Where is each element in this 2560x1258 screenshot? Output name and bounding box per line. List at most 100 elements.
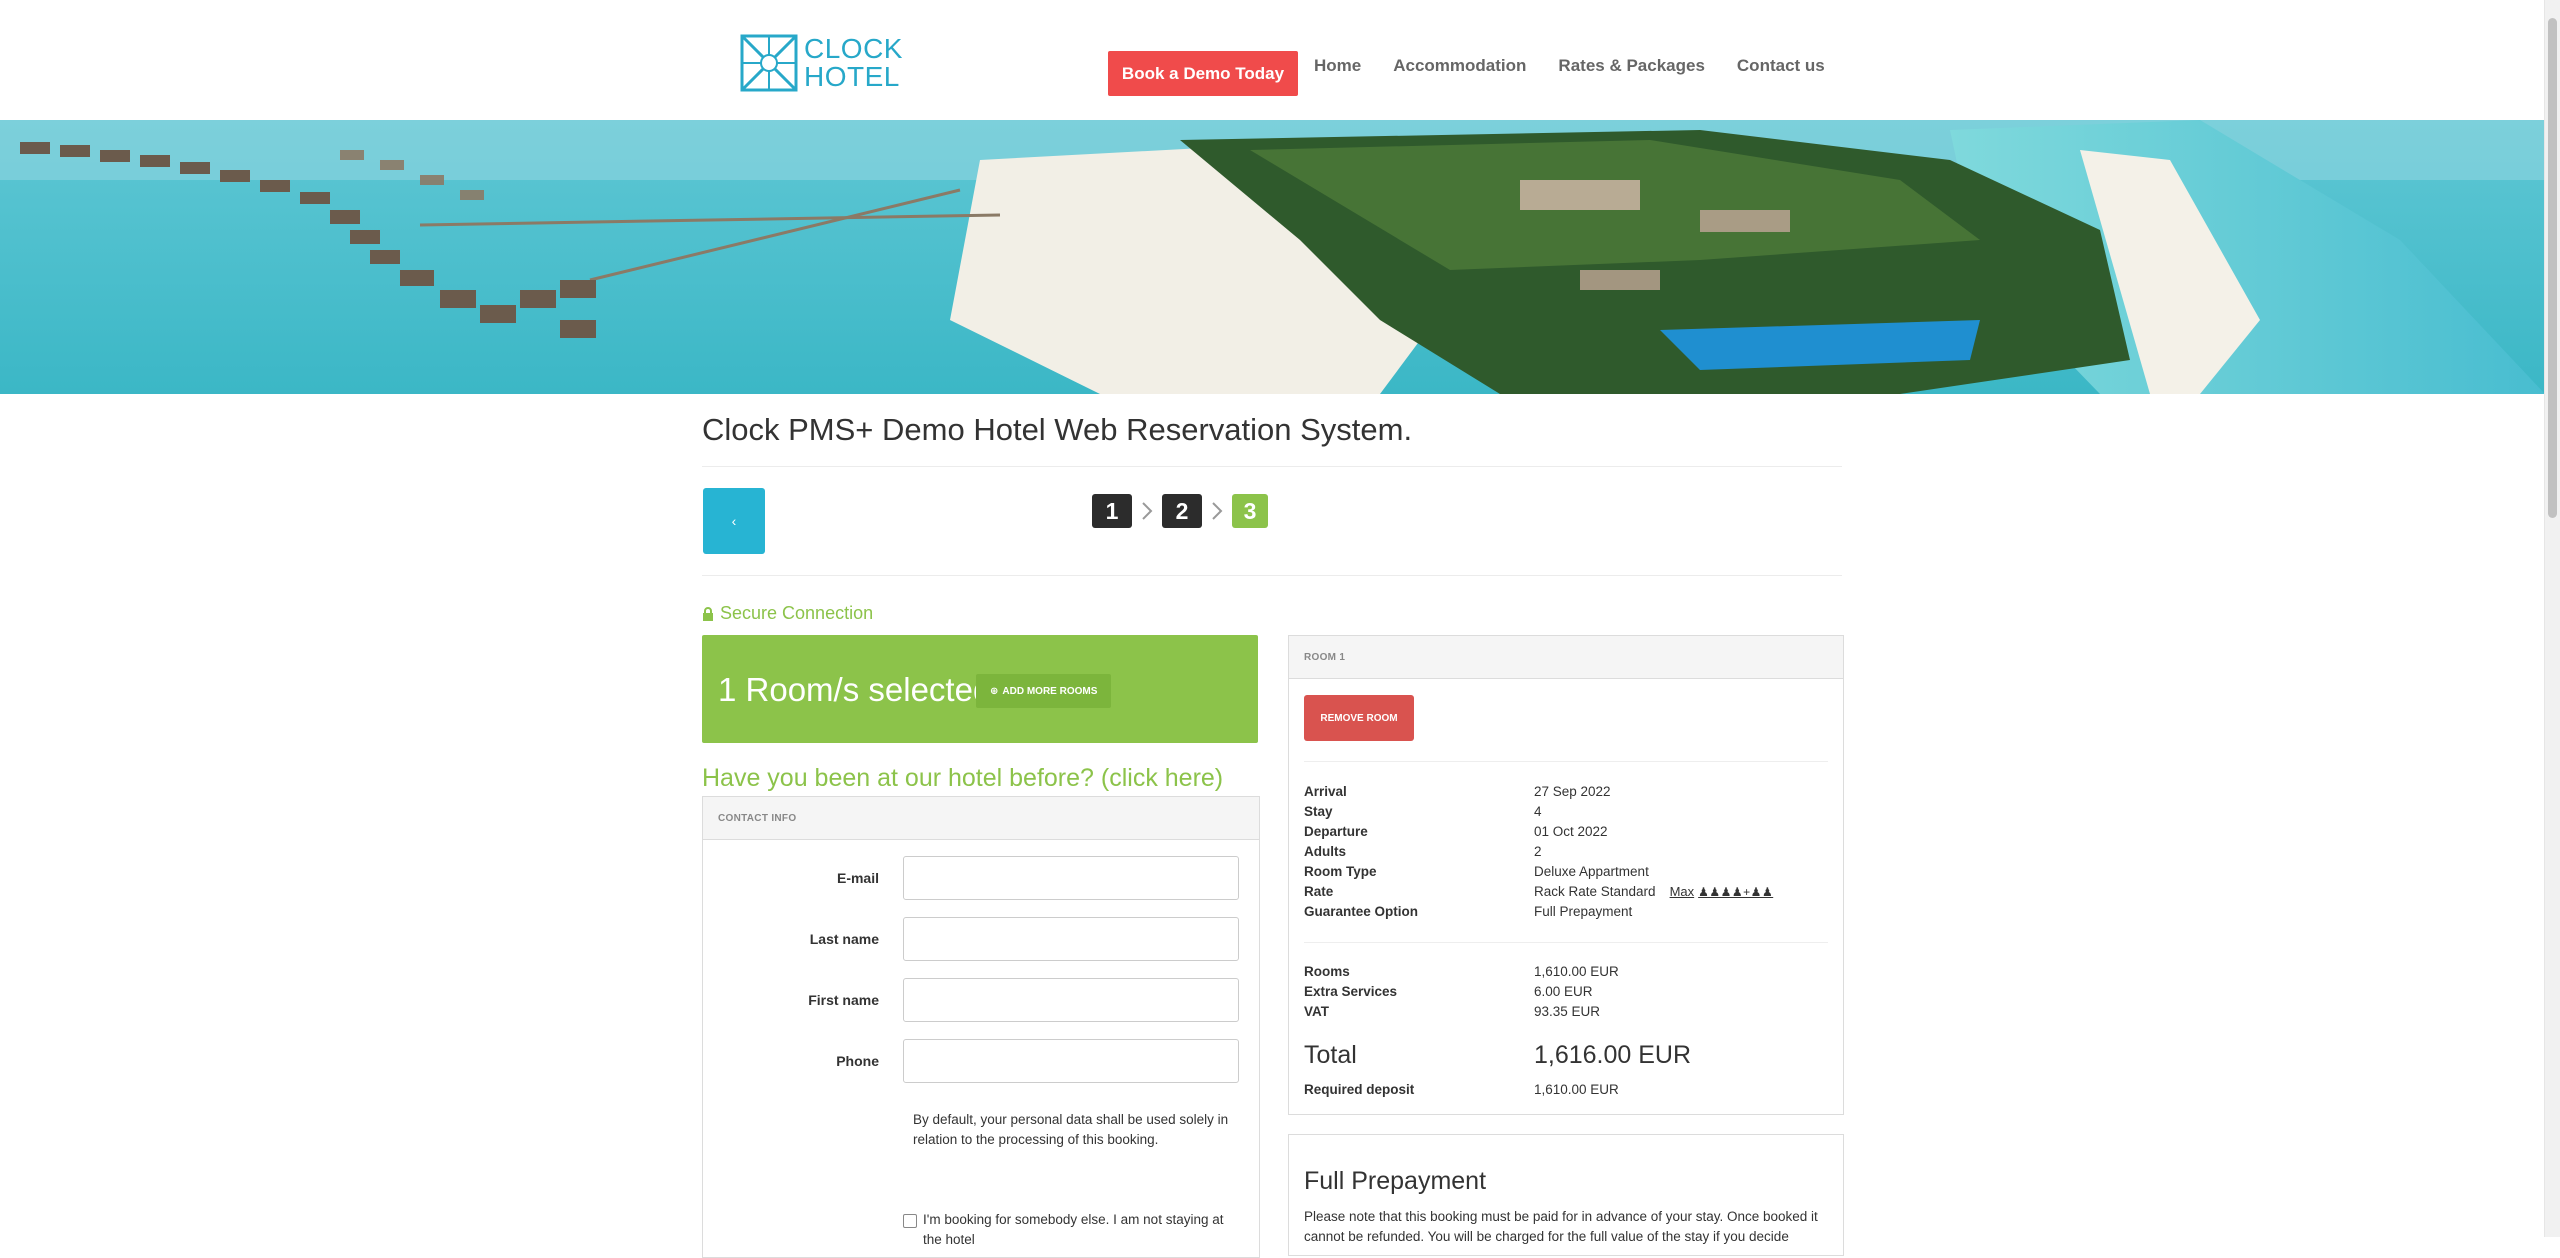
back-button[interactable]: ‹ xyxy=(703,488,765,554)
step-3[interactable]: 3 xyxy=(1232,494,1268,528)
detail-label: Stay xyxy=(1304,803,1333,819)
beach-resort-image xyxy=(0,120,2545,394)
detail-row: Rate Rack Rate Standard Max ♟♟♟♟+♟♟ xyxy=(1304,881,1834,901)
cost-row: Rooms 1,610.00 EUR xyxy=(1304,961,1834,981)
first-name-field[interactable] xyxy=(903,978,1239,1022)
nav-contact-us[interactable]: Contact us xyxy=(1737,56,1825,76)
total-row: Total 1,616.00 EUR xyxy=(1304,1041,1691,1070)
cost-label: Rooms xyxy=(1304,963,1350,979)
cost-value: 93.35 EUR xyxy=(1534,1003,1601,1019)
email-label: E-mail xyxy=(836,870,879,886)
deposit-row: Required deposit 1,610.00 EUR xyxy=(1304,1079,1619,1099)
steps-divider xyxy=(702,575,1842,576)
chevron-right-icon xyxy=(1132,501,1162,521)
first-name-label: First name xyxy=(808,992,879,1008)
phone-row: Phone xyxy=(703,1039,1259,1085)
cost-value: 6.00 EUR xyxy=(1534,983,1593,999)
hero-banner xyxy=(0,120,2545,394)
lock-icon xyxy=(703,606,713,621)
cost-breakdown: Rooms 1,610.00 EUR Extra Services 6.00 EUR… xyxy=(1304,961,1834,1021)
step-1[interactable]: 1 xyxy=(1092,494,1132,528)
step-2[interactable]: 2 xyxy=(1162,494,1202,528)
main-nav: Home Accommodation Rates & Packages Cont… xyxy=(1314,56,1857,76)
rooms-selected-box: 1 Room/s selected ⊕ ADD MORE ROOMS xyxy=(702,635,1258,743)
detail-value: 27 Sep 2022 xyxy=(1534,783,1611,799)
room-divider xyxy=(1304,942,1828,943)
hotel-logo[interactable]: CLOCK HOTEL xyxy=(740,32,903,94)
book-demo-button[interactable]: Book a Demo Today xyxy=(1108,51,1298,96)
detail-row: Stay 4 xyxy=(1304,801,1834,821)
page-title: Clock PMS+ Demo Hotel Web Reservation Sy… xyxy=(702,412,1413,447)
contact-info-panel: CONTACT INFO E-mail Last name First name… xyxy=(702,796,1260,1258)
page-scrollbar[interactable] xyxy=(2544,0,2560,1237)
add-more-rooms-button[interactable]: ⊕ ADD MORE ROOMS xyxy=(976,674,1112,708)
chevron-left-icon: ‹ xyxy=(731,513,737,529)
privacy-note: By default, your personal data shall be … xyxy=(913,1112,1229,1147)
detail-label: Adults xyxy=(1304,843,1346,859)
phone-field[interactable] xyxy=(903,1039,1239,1083)
rate-value-group: Rack Rate Standard Max ♟♟♟♟+♟♟ xyxy=(1534,884,1773,899)
detail-value: 4 xyxy=(1534,803,1542,819)
returning-guest-link[interactable]: Have you been at our hotel before? (clic… xyxy=(702,764,1223,793)
total-value: 1,616.00 EUR xyxy=(1534,1041,1692,1069)
total-label: Total xyxy=(1304,1041,1357,1069)
detail-row: Room Type Deluxe Appartment xyxy=(1304,861,1834,881)
nav-accommodation[interactable]: Accommodation xyxy=(1393,56,1526,76)
persons-icon: ♟♟♟♟+♟♟ xyxy=(1698,884,1774,899)
last-name-row: Last name xyxy=(703,917,1259,963)
remove-room-button[interactable]: REMOVE ROOM xyxy=(1304,695,1414,741)
booking-for-someone-else-checkbox[interactable] xyxy=(903,1214,917,1228)
detail-value: 01 Oct 2022 xyxy=(1534,823,1608,839)
first-name-row: First name xyxy=(703,978,1259,1024)
last-name-label: Last name xyxy=(809,931,879,947)
logo-line-2: HOTEL xyxy=(804,61,900,92)
prepayment-panel: Full Prepayment Please note that this bo… xyxy=(1288,1134,1844,1256)
plus-circle-icon: ⊕ xyxy=(990,685,999,697)
scrollbar-thumb[interactable] xyxy=(2548,18,2557,518)
nav-home[interactable]: Home xyxy=(1314,56,1361,76)
booking-for-someone-else: I'm booking for somebody else. I am not … xyxy=(903,1210,1243,1250)
phone-label: Phone xyxy=(836,1053,879,1069)
room-details: Arrival 27 Sep 2022 Stay 4 Departure 01 Oct… xyxy=(1304,781,1834,921)
cost-row: Extra Services 6.00 EUR xyxy=(1304,981,1834,1001)
detail-label: Guarantee Option xyxy=(1304,903,1419,919)
prepayment-text: Please note that this booking must be pa… xyxy=(1304,1209,1818,1244)
detail-row: Guarantee Option Full Prepayment xyxy=(1304,901,1834,921)
room-summary-panel: ROOM 1 REMOVE ROOM Arrival 27 Sep 2022 St… xyxy=(1288,635,1844,1115)
rate-max-link[interactable]: Max ♟♟♟♟+♟♟ xyxy=(1670,884,1774,899)
deposit-label: Required deposit xyxy=(1304,1081,1415,1097)
logo-icon xyxy=(740,34,798,92)
booking-steps: 1 2 3 xyxy=(1092,494,1268,528)
title-divider xyxy=(702,466,1842,467)
last-name-field[interactable] xyxy=(903,917,1239,961)
contact-info-header: CONTACT INFO xyxy=(703,797,1259,840)
add-more-rooms-label: ADD MORE ROOMS xyxy=(1002,685,1098,697)
room-header: ROOM 1 xyxy=(1289,636,1843,679)
detail-label: Room Type xyxy=(1304,863,1377,879)
booking-for-someone-else-label: I'm booking for somebody else. I am not … xyxy=(923,1212,1224,1247)
detail-row: Arrival 27 Sep 2022 xyxy=(1304,781,1834,801)
prepayment-title: Full Prepayment xyxy=(1304,1167,1487,1195)
detail-label: Departure xyxy=(1304,823,1368,839)
cost-label: Extra Services xyxy=(1304,983,1398,999)
chevron-right-icon xyxy=(1202,501,1232,521)
site-header: CLOCK HOTEL Book a Demo Today Home Accom… xyxy=(0,0,2545,120)
detail-label: Arrival xyxy=(1304,783,1347,799)
detail-value: Deluxe Appartment xyxy=(1534,863,1649,879)
logo-wordmark: CLOCK HOTEL xyxy=(804,35,903,91)
detail-label: Rate xyxy=(1304,883,1334,899)
cost-row: VAT 93.35 EUR xyxy=(1304,1001,1834,1021)
rate-value: Rack Rate Standard xyxy=(1534,883,1656,899)
detail-value: 2 xyxy=(1534,843,1542,859)
logo-line-1: CLOCK xyxy=(804,33,903,64)
detail-value: Full Prepayment xyxy=(1534,903,1633,919)
email-row: E-mail xyxy=(703,856,1259,902)
secure-label: Secure Connection xyxy=(720,603,874,623)
cost-value: 1,610.00 EUR xyxy=(1534,963,1619,979)
detail-row: Departure 01 Oct 2022 xyxy=(1304,821,1834,841)
secure-connection: Secure Connection xyxy=(702,603,873,624)
email-field[interactable] xyxy=(903,856,1239,900)
cost-label: VAT xyxy=(1304,1003,1329,1019)
nav-rates-packages[interactable]: Rates & Packages xyxy=(1558,56,1704,76)
detail-row: Adults 2 xyxy=(1304,841,1834,861)
